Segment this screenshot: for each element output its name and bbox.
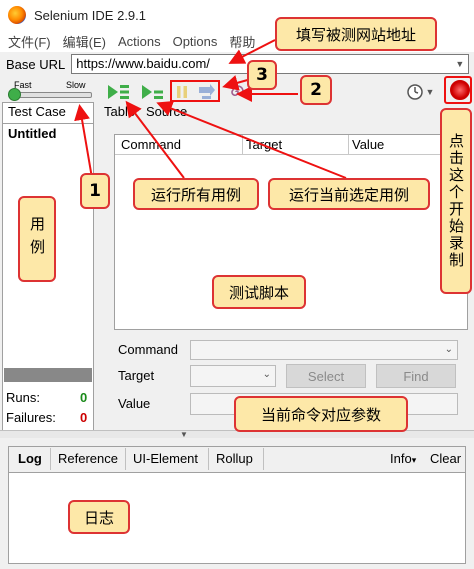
callout-log: 日志 (68, 500, 130, 534)
callout-fill-url: 填写被测网站地址 (275, 17, 437, 51)
callout-start-record-text: 点击这个开始录制 (447, 133, 465, 269)
callout-number-3: 3 (247, 60, 277, 90)
callout-start-record: 点击这个开始录制 (440, 108, 472, 294)
callout-run-current: 运行当前选定用例 (268, 178, 430, 210)
callout-number-1: 1 (80, 173, 110, 209)
callout-cases-text: 用例 (28, 216, 46, 262)
callout-test-script: 测试脚本 (212, 275, 306, 309)
callout-command-params: 当前命令对应参数 (234, 396, 408, 432)
callout-cases: 用例 (18, 196, 56, 282)
callout-run-all: 运行所有用例 (133, 178, 259, 210)
callout-number-2: 2 (300, 75, 332, 105)
